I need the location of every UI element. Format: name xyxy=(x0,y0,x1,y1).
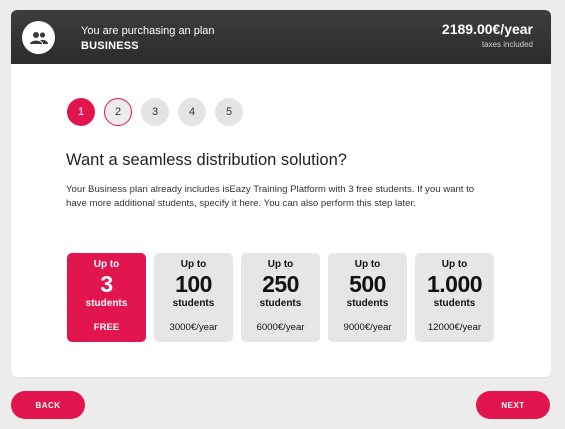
plan-header: You are purchasing an plan BUSINESS 2189… xyxy=(11,10,551,64)
option-students-label: students xyxy=(346,298,389,309)
option-upto: Up to xyxy=(93,259,120,270)
plan-price: 2189.00€/year xyxy=(441,21,533,37)
option-students-label: students xyxy=(172,298,215,309)
option-number: 250 xyxy=(262,271,299,297)
step-5[interactable]: 5 xyxy=(215,98,243,126)
option-number: 3 xyxy=(100,271,113,297)
option-3-students[interactable]: Up to 3 students FREE xyxy=(67,253,146,342)
option-500-students[interactable]: Up to 500 students 9000€/year xyxy=(328,253,407,342)
student-options: Up to 3 students FREE Up to 100 students… xyxy=(67,253,494,342)
option-number: 100 xyxy=(175,271,212,297)
option-upto: Up to xyxy=(180,259,207,270)
step-4[interactable]: 4 xyxy=(178,98,206,126)
option-100-students[interactable]: Up to 100 students 3000€/year xyxy=(154,253,233,342)
option-students-label: students xyxy=(259,298,302,309)
option-upto: Up to xyxy=(441,259,468,270)
step-2[interactable]: 2 xyxy=(104,98,132,126)
option-students-label: students xyxy=(433,298,476,309)
tax-note: taxes included xyxy=(481,40,533,49)
price-block: 2189.00€/year taxes included xyxy=(442,21,533,49)
option-cost: 3000€/year xyxy=(169,322,218,333)
users-icon xyxy=(29,31,48,44)
option-1000-students[interactable]: Up to 1.000 students 12000€/year xyxy=(415,253,494,342)
option-number: 1.000 xyxy=(426,271,483,297)
option-cost: 6000€/year xyxy=(256,322,305,333)
option-students-label: students xyxy=(85,298,128,309)
step-1[interactable]: 1 xyxy=(67,98,95,126)
plan-info: You are purchasing an plan BUSINESS xyxy=(81,25,215,53)
purchase-card: You are purchasing an plan BUSINESS 2189… xyxy=(11,10,551,377)
back-button[interactable]: BACK xyxy=(11,391,85,419)
option-upto: Up to xyxy=(354,259,381,270)
description: Your Business plan already includes isEa… xyxy=(66,184,475,209)
avatar xyxy=(22,21,55,54)
option-number: 500 xyxy=(349,271,386,297)
page-title: Want a seamless distribution solution? xyxy=(66,151,347,169)
purchasing-label: You are purchasing an plan xyxy=(81,25,215,37)
option-cost: 12000€/year xyxy=(427,322,482,333)
step-indicator: 1 2 3 4 5 xyxy=(67,98,243,126)
option-upto: Up to xyxy=(267,259,294,270)
step-3[interactable]: 3 xyxy=(141,98,169,126)
option-cost: 9000€/year xyxy=(343,322,392,333)
option-250-students[interactable]: Up to 250 students 6000€/year xyxy=(241,253,320,342)
plan-name: BUSINESS xyxy=(81,40,139,52)
next-button[interactable]: NEXT xyxy=(476,391,550,419)
option-cost: FREE xyxy=(93,322,120,333)
